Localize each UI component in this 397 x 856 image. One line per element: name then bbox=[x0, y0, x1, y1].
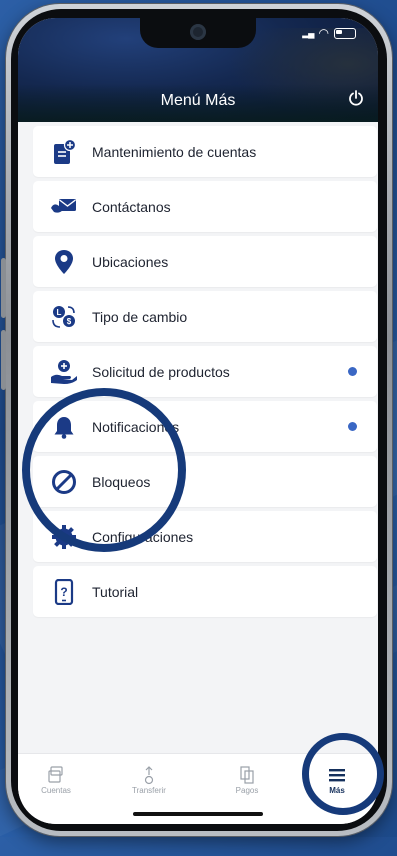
location-pin-icon bbox=[50, 248, 78, 276]
wallet-icon bbox=[21, 764, 91, 786]
app-header: ▂▄ ◠ Menú Más bbox=[18, 18, 378, 122]
battery-icon bbox=[334, 27, 356, 39]
notification-dot bbox=[348, 422, 357, 431]
home-indicator bbox=[133, 812, 263, 816]
menu-list: Mantenimiento de cuentas Contáctanos Ubi… bbox=[33, 126, 377, 621]
currency-exchange-icon: L $ bbox=[50, 303, 78, 331]
menu-item-bloqueos[interactable]: Bloqueos bbox=[33, 456, 377, 507]
hamburger-icon bbox=[302, 764, 372, 786]
menu-item-label: Ubicaciones bbox=[92, 253, 169, 270]
menu-item-notificaciones[interactable]: Notificaciones bbox=[33, 401, 377, 452]
app-screen: ▂▄ ◠ Menú Más Mantenimiento de cuentas C… bbox=[18, 18, 378, 824]
bell-icon bbox=[50, 413, 78, 441]
volume-down-button bbox=[1, 330, 6, 390]
menu-item-label: Configuraciones bbox=[92, 528, 194, 545]
tab-mas[interactable]: Más bbox=[302, 764, 372, 795]
menu-item-label: Mantenimiento de cuentas bbox=[92, 143, 257, 160]
menu-item-mantenimiento[interactable]: Mantenimiento de cuentas bbox=[33, 126, 377, 177]
menu-item-label: Notificaciones bbox=[92, 418, 180, 435]
tab-cuentas[interactable]: Cuentas bbox=[21, 764, 91, 795]
menu-item-label: Tipo de cambio bbox=[92, 308, 188, 325]
status-bar: ▂▄ ◠ bbox=[302, 26, 356, 40]
tab-label: Más bbox=[329, 786, 345, 795]
svg-text:?: ? bbox=[60, 585, 67, 599]
volume-up-button bbox=[1, 258, 6, 318]
signal-icon: ▂▄ bbox=[302, 27, 314, 38]
page-title: Menú Más bbox=[160, 92, 236, 109]
tutorial-phone-icon: ? bbox=[50, 578, 78, 606]
menu-item-solicitud-productos[interactable]: Solicitud de productos bbox=[33, 346, 377, 397]
tab-label: Transferir bbox=[132, 786, 166, 795]
block-icon bbox=[50, 468, 78, 496]
camera-icon bbox=[190, 24, 206, 40]
menu-item-label: Solicitud de productos bbox=[92, 363, 230, 380]
tab-pagos[interactable]: Pagos bbox=[212, 764, 282, 795]
tab-transferir[interactable]: Transferir bbox=[114, 764, 184, 795]
menu-item-tutorial[interactable]: ? Tutorial bbox=[33, 566, 377, 617]
svg-text:$: $ bbox=[67, 317, 72, 326]
transfer-icon bbox=[114, 764, 184, 786]
envelope-hand-icon bbox=[50, 193, 78, 221]
menu-item-label: Contáctanos bbox=[92, 198, 171, 215]
menu-item-configuraciones[interactable]: Configuraciones bbox=[33, 511, 377, 562]
gear-icon bbox=[50, 523, 78, 551]
bills-icon bbox=[212, 764, 282, 786]
menu-item-tipo-cambio[interactable]: L $ Tipo de cambio bbox=[33, 291, 377, 342]
power-icon[interactable] bbox=[348, 90, 364, 111]
menu-item-ubicaciones[interactable]: Ubicaciones bbox=[33, 236, 377, 287]
account-doc-icon bbox=[50, 138, 78, 166]
svg-text:L: L bbox=[57, 308, 62, 317]
notification-dot bbox=[348, 367, 357, 376]
tab-label: Cuentas bbox=[41, 786, 71, 795]
menu-item-contactanos[interactable]: Contáctanos bbox=[33, 181, 377, 232]
tab-label: Pagos bbox=[235, 786, 259, 795]
bottom-tab-bar: Cuentas Transferir Pagos Más bbox=[18, 753, 378, 824]
menu-item-label: Tutorial bbox=[92, 583, 139, 600]
wifi-icon: ◠ bbox=[318, 26, 329, 40]
hand-plus-icon bbox=[50, 358, 78, 386]
menu-item-label: Bloqueos bbox=[92, 473, 151, 490]
